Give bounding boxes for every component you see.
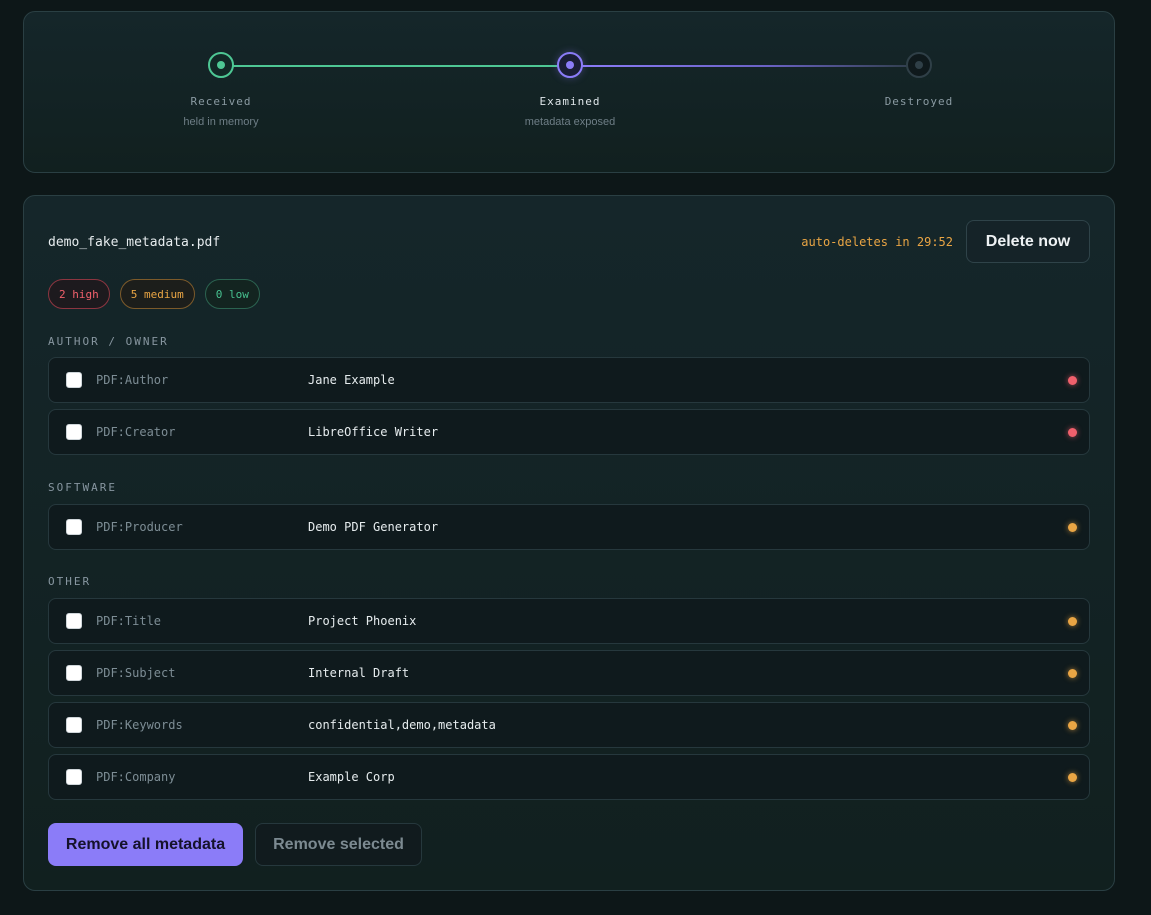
metadata-row-company: PDF:Company Example Corp [48,754,1090,800]
step-destroyed-indicator [906,52,932,78]
row-value: Demo PDF Generator [308,520,439,534]
step-examined-dot [566,61,574,69]
metadata-row-creator: PDF:Creator LibreOffice Writer [48,409,1090,455]
severity-badges: 2 high 5 medium 0 low [48,279,260,309]
metadata-row-title: PDF:Title Project Phoenix [48,598,1090,644]
metadata-row-keywords: PDF:Keywords confidential,demo,metadata [48,702,1090,748]
section-title-software: SOFTWARE [48,481,117,494]
severity-dot [1068,773,1077,782]
row-checkbox[interactable] [66,665,82,681]
step-examined-subtitle: metadata exposed [524,116,616,128]
row-key: PDF:Author [96,373,169,387]
severity-dot [1068,523,1077,532]
remove-selected-button[interactable]: Remove selected [255,823,422,866]
step-examined: Examined metadata exposed [470,52,670,128]
severity-dot [1068,669,1077,678]
step-examined-indicator [557,52,583,78]
step-examined-title: Examined [539,95,601,108]
row-value: Internal Draft [308,666,410,680]
step-received-indicator [208,52,234,78]
step-received-dot [217,61,225,69]
row-key: PDF:Company [96,770,176,784]
step-destroyed-title: Destroyed [884,95,954,108]
progress-stepper: Received held in memory Examined metadat… [23,11,1115,173]
file-name: demo_fake_metadata.pdf [48,235,221,250]
metadata-row-author: PDF:Author Jane Example [48,357,1090,403]
auto-delete-countdown: auto-deletes in 29:52 [801,235,953,249]
metadata-panel: demo_fake_metadata.pdf auto-deletes in 2… [23,195,1115,891]
row-key: PDF:Creator [96,425,176,439]
severity-dot [1068,617,1077,626]
row-checkbox[interactable] [66,769,82,785]
row-value: Project Phoenix [308,614,417,628]
severity-dot [1068,721,1077,730]
row-key: PDF:Title [96,614,162,628]
row-value: Example Corp [308,770,395,784]
metadata-row-subject: PDF:Subject Internal Draft [48,650,1090,696]
row-checkbox[interactable] [66,717,82,733]
delete-now-button[interactable]: Delete now [966,220,1090,263]
step-received-subtitle: held in memory [183,116,259,128]
section-title-other: OTHER [48,575,92,588]
step-received-title: Received [190,95,252,108]
severity-dot [1068,428,1077,437]
row-value: Jane Example [308,373,395,387]
remove-all-metadata-button[interactable]: Remove all metadata [48,823,243,866]
medium-count-badge: 5 medium [119,279,195,309]
row-checkbox[interactable] [66,613,82,629]
metadata-row-producer: PDF:Producer Demo PDF Generator [48,504,1090,550]
low-count-badge: 0 low [204,279,260,309]
section-title-author-owner: AUTHOR / OWNER [48,335,169,348]
row-value: LibreOffice Writer [308,425,439,439]
row-checkbox[interactable] [66,519,82,535]
high-count-badge: 2 high [48,279,110,309]
row-key: PDF:Keywords [96,718,183,732]
row-key: PDF:Subject [96,666,176,680]
row-checkbox[interactable] [66,424,82,440]
row-checkbox[interactable] [66,372,82,388]
severity-dot [1068,376,1077,385]
step-destroyed: Destroyed [819,52,1019,116]
step-received: Received held in memory [121,52,321,128]
row-key: PDF:Producer [96,520,183,534]
step-destroyed-dot [915,61,923,69]
row-value: confidential,demo,metadata [308,718,496,732]
